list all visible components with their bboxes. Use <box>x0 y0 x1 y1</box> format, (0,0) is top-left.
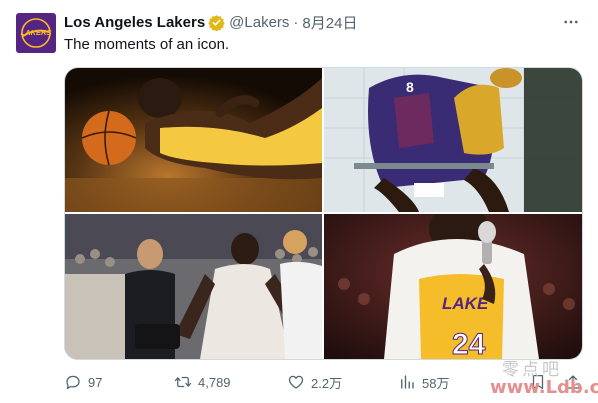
basketball <box>82 111 136 165</box>
photo-2[interactable]: 8 <box>324 68 582 212</box>
author-handle[interactable]: @Lakers <box>229 14 289 31</box>
jersey-text: LAKE <box>442 294 489 313</box>
photo-1[interactable] <box>65 68 322 212</box>
views-button[interactable]: 58万 <box>398 370 449 394</box>
like-count: 2.2万 <box>311 375 343 391</box>
jersey-number: 24 <box>452 328 486 359</box>
photo-4[interactable]: LAKE 24 <box>324 214 582 359</box>
lakers-logo: LAKERS <box>21 18 52 48</box>
more-icon[interactable] <box>560 12 582 32</box>
views-count: 58万 <box>422 375 450 391</box>
reply-button[interactable]: 97 <box>64 370 102 394</box>
media-grid[interactable]: 8 LAKE 24 <box>64 67 583 360</box>
like-icon <box>288 375 304 389</box>
verified-badge-icon <box>208 14 225 31</box>
author-name[interactable]: Los Angeles Lakers <box>64 14 205 31</box>
jersey-number-8: 8 <box>406 79 414 95</box>
views-icon <box>401 375 414 389</box>
photo-3[interactable] <box>65 214 322 359</box>
avatar[interactable]: LAKERS <box>16 13 56 53</box>
avatar-logo-text: LAKERS <box>21 28 52 37</box>
reply-icon <box>66 375 80 390</box>
like-button[interactable]: 2.2万 <box>287 370 342 394</box>
tweet[interactable]: LAKERS Los Angeles Lakers @Lakers · 8月24… <box>0 0 598 403</box>
watermark-line2: www.Ldb.cc <box>490 377 598 398</box>
separator-dot: · <box>293 13 299 31</box>
retweet-button[interactable]: 4,789 <box>174 370 231 394</box>
retweet-count: 4,789 <box>198 374 231 390</box>
watermark: 零点吧 www.Ldb.cc <box>490 355 598 403</box>
tweet-header: Los Angeles Lakers @Lakers · 8月24日 <box>64 12 357 32</box>
tweet-text: The moments of an icon. <box>64 36 230 53</box>
tweet-date[interactable]: 8月24日 <box>302 12 357 33</box>
retweet-icon <box>174 376 192 388</box>
reply-count: 97 <box>88 374 103 390</box>
